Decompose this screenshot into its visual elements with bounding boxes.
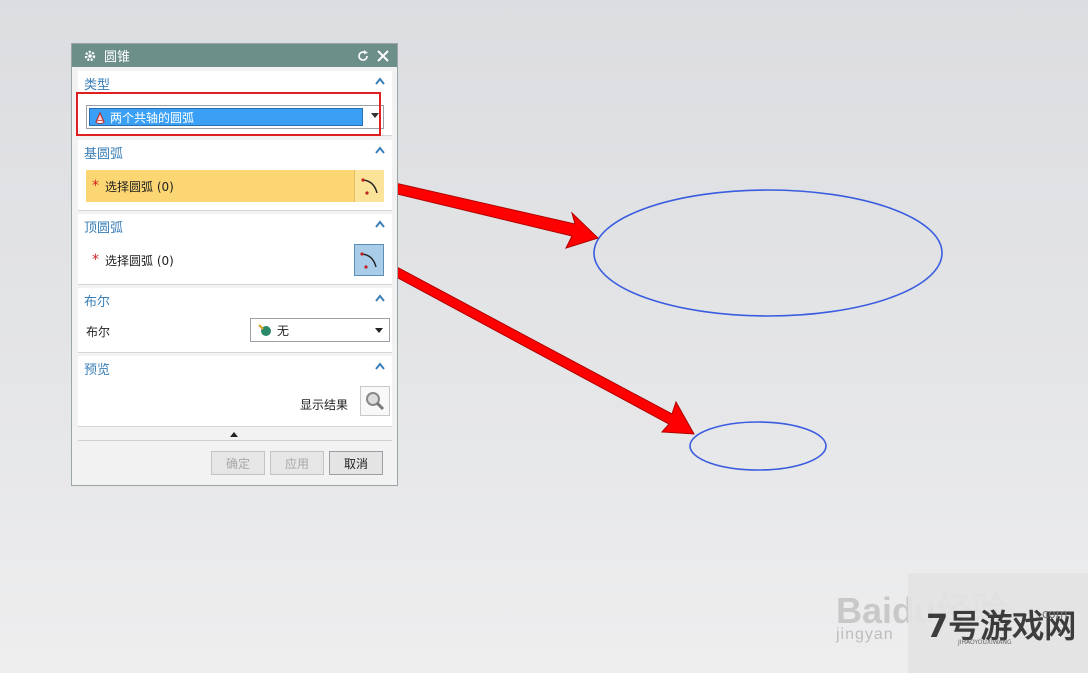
- site-logo-domain: .com: [1038, 607, 1068, 621]
- site-logo-sub: JIHAOYOUXIWANG: [958, 639, 1012, 646]
- boolean-field-label: 布尔: [86, 325, 111, 339]
- base-arc-select-text: 选择圆弧 (0): [105, 179, 174, 194]
- magnifier-icon: [366, 392, 385, 411]
- collapse-caret-icon[interactable]: [374, 219, 386, 231]
- top-arc-header[interactable]: 顶圆弧: [78, 214, 392, 238]
- select-arc-button[interactable]: [354, 244, 384, 276]
- ok-button[interactable]: 确定: [211, 451, 265, 475]
- large-arc-ellipse[interactable]: [593, 189, 943, 317]
- type-section: 类型 两个共轴的圆弧: [76, 71, 392, 136]
- required-icon: *: [92, 178, 99, 194]
- dialog-titlebar: 圆锥: [72, 44, 397, 67]
- collapse-caret-icon[interactable]: [374, 293, 386, 305]
- apply-button[interactable]: 应用: [270, 451, 324, 475]
- show-result-label: 显示结果: [299, 398, 348, 412]
- collapse-caret-icon[interactable]: [374, 76, 386, 88]
- top-arc-label: 顶圆弧: [84, 220, 124, 236]
- chevron-up-icon[interactable]: [230, 432, 238, 437]
- preview-label: 预览: [84, 362, 111, 378]
- annotation-arrow-1: [370, 179, 599, 249]
- collapse-caret-icon[interactable]: [374, 145, 386, 157]
- chevron-down-icon[interactable]: [375, 328, 383, 333]
- close-icon[interactable]: [375, 48, 391, 64]
- gear-icon[interactable]: [82, 48, 98, 64]
- site-logo-panel: 7号游戏网 JIHAOYOUXIWANG .com: [908, 573, 1088, 673]
- preview-header[interactable]: 预览: [78, 356, 392, 380]
- collapse-caret-icon[interactable]: [374, 361, 386, 373]
- show-result-button[interactable]: [360, 386, 390, 416]
- base-arc-label: 基圆弧: [84, 146, 124, 162]
- top-arc-section: 顶圆弧 * 选择圆弧 (0): [78, 214, 392, 285]
- type-section-label: 类型: [84, 77, 111, 93]
- reset-icon[interactable]: [355, 48, 371, 64]
- top-arc-selection[interactable]: * 选择圆弧 (0): [86, 244, 384, 276]
- preview-section: 预览 显示结果: [78, 356, 392, 427]
- boolean-label: 布尔: [84, 294, 111, 310]
- required-icon: *: [92, 252, 99, 268]
- boolean-header[interactable]: 布尔: [78, 288, 392, 312]
- boolean-section: 布尔 布尔 无: [78, 288, 392, 353]
- cone-dialog: 圆锥 类型 两个共轴的圆弧 基圆弧 * 选择圆弧 (0) 顶圆弧 * 选择圆弧 …: [71, 43, 398, 486]
- boolean-dropdown[interactable]: 无: [250, 318, 390, 342]
- highlight-frame: [76, 92, 381, 136]
- jingyan-watermark: jingyan: [836, 626, 894, 643]
- boolean-value: 无: [277, 323, 290, 338]
- arc-icon: [360, 252, 377, 269]
- dialog-title: 圆锥: [104, 50, 131, 65]
- select-arc-button[interactable]: [354, 170, 384, 202]
- arc-icon: [360, 178, 378, 195]
- base-arc-header[interactable]: 基圆弧: [78, 140, 392, 164]
- base-arc-selection[interactable]: * 选择圆弧 (0): [86, 170, 384, 202]
- small-arc-ellipse[interactable]: [689, 421, 827, 471]
- annotation-arrow-2: [371, 257, 695, 435]
- base-arc-section: 基圆弧 * 选择圆弧 (0): [78, 140, 392, 211]
- more-options-toggle[interactable]: [78, 430, 392, 441]
- top-arc-select-text: 选择圆弧 (0): [105, 253, 174, 268]
- cancel-button[interactable]: 取消: [329, 451, 383, 475]
- boolean-none-icon: [258, 324, 271, 336]
